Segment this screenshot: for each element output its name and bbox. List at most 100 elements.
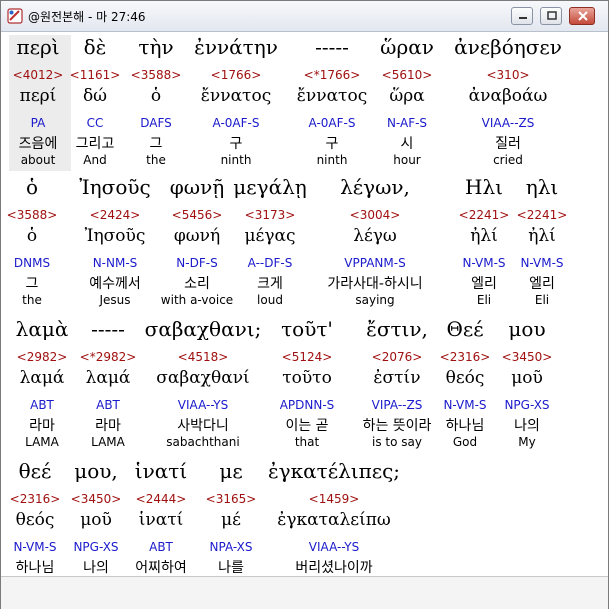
- greek-word[interactable]: λαμὰ: [16, 317, 69, 341]
- korean-gloss: 그: [25, 276, 39, 292]
- close-button[interactable]: [569, 7, 595, 25]
- korean-gloss: 엘리: [529, 276, 555, 292]
- strong-number: <310>: [486, 68, 530, 82]
- morphology-code: NPA-XS: [209, 540, 253, 554]
- morphology-code: ABT: [30, 398, 54, 412]
- greek-word[interactable]: φωνῇ: [170, 175, 224, 199]
- english-gloss: ninth: [220, 153, 252, 167]
- lexical-form: λαμά: [85, 368, 131, 388]
- greek-word[interactable]: μεγάλῃ: [233, 175, 306, 199]
- english-gloss: Jesus: [99, 293, 131, 307]
- morphology-code: DAFS: [140, 116, 172, 130]
- lexical-form: ὁ: [26, 226, 38, 246]
- greek-word[interactable]: -----: [315, 35, 349, 59]
- lexical-form: λέγω: [353, 226, 397, 246]
- greek-word[interactable]: μου,: [74, 459, 118, 483]
- strong-number: <2241>: [458, 208, 510, 222]
- greek-word[interactable]: ἱνατί: [135, 459, 187, 483]
- korean-gloss: 가라사대-하시니: [327, 276, 423, 292]
- morphology-code: N-VM-S: [462, 256, 506, 270]
- korean-gloss: 즈음에: [18, 136, 58, 152]
- lexical-form: θεός: [15, 510, 55, 530]
- greek-word[interactable]: ὁ: [26, 175, 38, 199]
- morphology-code: N-NM-S: [92, 256, 138, 270]
- korean-gloss: 구: [229, 136, 243, 152]
- minimize-icon: [519, 17, 527, 19]
- greek-word[interactable]: ηλι: [526, 175, 559, 199]
- title-bar[interactable]: @원전본해 - 마 27:46: [1, 1, 608, 32]
- morphology-code: N-VM-S: [13, 540, 57, 554]
- english-gloss: Eli: [534, 293, 550, 307]
- korean-gloss: 예수께서: [89, 276, 141, 292]
- english-gloss: loud: [257, 293, 283, 307]
- greek-word[interactable]: ἐννάτην: [194, 35, 278, 59]
- morphology-code: ABT: [96, 398, 120, 412]
- korean-gloss: 구: [325, 136, 339, 152]
- lexical-form: σαβαχθανί: [156, 368, 250, 388]
- greek-word[interactable]: τὴν: [138, 35, 173, 59]
- maximize-button[interactable]: [540, 7, 562, 25]
- greek-word[interactable]: Ἰησοῦς: [79, 175, 150, 199]
- greek-word[interactable]: περὶ: [16, 35, 59, 59]
- status-bar: [1, 576, 608, 609]
- strong-number: <3450>: [70, 492, 122, 506]
- korean-gloss: 라마: [29, 418, 55, 434]
- lexical-form: ἐστίν: [373, 368, 421, 388]
- morphology-code: N-DF-S: [176, 256, 218, 270]
- english-gloss: And: [83, 153, 107, 167]
- english-gloss: hour: [393, 153, 421, 167]
- greek-word[interactable]: θεέ: [19, 459, 52, 483]
- morphology-code: CC: [86, 116, 104, 130]
- english-gloss: that: [294, 435, 320, 449]
- minimize-button[interactable]: [511, 7, 533, 25]
- greek-word[interactable]: -----: [91, 317, 125, 341]
- lexical-form: μοῦ: [80, 510, 112, 530]
- strong-number: <2316>: [9, 492, 61, 506]
- korean-gloss: 하나님: [15, 560, 55, 576]
- lexical-form: ἔννατος: [296, 86, 368, 106]
- greek-word[interactable]: ἔστιν,: [366, 317, 428, 341]
- strong-number: <1459>: [308, 492, 360, 506]
- korean-gloss: 질러: [495, 136, 521, 152]
- greek-word[interactable]: ὥραν: [380, 35, 434, 59]
- morphology-code: A--DF-S: [247, 256, 293, 270]
- lexical-form: ὁ: [150, 86, 162, 106]
- greek-word[interactable]: λέγων,: [340, 175, 410, 199]
- strong-number: <5456>: [171, 208, 223, 222]
- strong-number: <4518>: [177, 350, 229, 364]
- english-gloss: LAMA: [25, 435, 59, 449]
- strong-number: <5124>: [281, 350, 333, 364]
- morphology-code: PA: [30, 116, 46, 130]
- morphology-code: N-AF-S: [386, 116, 428, 130]
- greek-word[interactable]: δὲ: [84, 35, 107, 59]
- lexical-form: μοῦ: [511, 368, 543, 388]
- interlinear-view[interactable]: περὶ δὲ τὴν ἐννάτην ----- ὥραν ἀνεβόησεν <4012>…: [2, 32, 605, 606]
- greek-word[interactable]: Θεέ: [446, 317, 483, 341]
- korean-gloss: 버리셨나이까: [295, 560, 373, 576]
- strong-number: <1766>: [210, 68, 262, 82]
- greek-word[interactable]: ἐγκατέλιπες;: [268, 459, 400, 483]
- greek-word[interactable]: ἀνεβόησεν: [454, 35, 562, 59]
- lexical-form: λαμά: [19, 368, 65, 388]
- greek-word[interactable]: με: [219, 459, 242, 483]
- greek-word[interactable]: Ηλι: [465, 175, 503, 199]
- morphology-code: N-VM-S: [443, 398, 487, 412]
- korean-gloss: 나를: [218, 560, 244, 576]
- korean-gloss: 하나님: [445, 418, 485, 434]
- greek-word[interactable]: τοῦτ': [281, 317, 333, 341]
- english-gloss: God: [452, 435, 478, 449]
- english-gloss: is to say: [372, 435, 422, 449]
- lexical-form: μέγας: [244, 226, 296, 246]
- strong-number: <1161>: [69, 68, 121, 82]
- greek-word[interactable]: σαβαχθανι;: [145, 317, 262, 341]
- greek-word[interactable]: μου: [508, 317, 545, 341]
- english-gloss: ninth: [316, 153, 348, 167]
- strong-number: <3588>: [6, 208, 58, 222]
- strong-number: <2241>: [516, 208, 568, 222]
- morphology-code: A-0AF-S: [212, 116, 260, 130]
- strong-number: <5610>: [381, 68, 433, 82]
- english-gloss: LAMA: [91, 435, 125, 449]
- korean-gloss: 시: [400, 136, 414, 152]
- morphology-code: VIPA--ZS: [371, 398, 423, 412]
- lexical-form: μέ: [221, 510, 241, 530]
